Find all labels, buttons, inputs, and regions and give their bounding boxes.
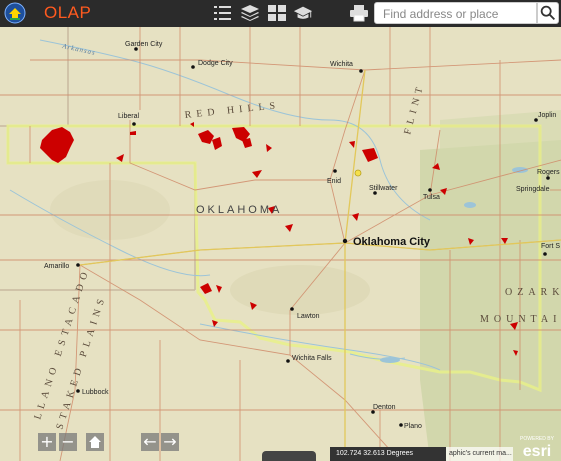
city-label: Garden City xyxy=(125,41,163,48)
city-label-major: Oklahoma City xyxy=(353,236,431,248)
education-icon[interactable] xyxy=(293,4,313,22)
legend-icon[interactable] xyxy=(213,4,233,22)
city-label: Wichita xyxy=(330,61,353,68)
city-label: Enid xyxy=(327,178,341,185)
forward-button[interactable]: → xyxy=(161,433,179,451)
state-label: OKLAHOMA xyxy=(196,204,282,216)
search-input[interactable]: Find address or place xyxy=(374,2,537,24)
city-label: Lubbock xyxy=(82,389,109,396)
layers-icon[interactable] xyxy=(240,4,260,22)
city-label: Joplin xyxy=(538,112,556,119)
basemap-icon[interactable] xyxy=(267,4,287,22)
coordinate-readout: 102.724 32.613 Degrees xyxy=(330,447,446,461)
attribution-text[interactable]: aphic's current ma... xyxy=(446,447,513,461)
print-icon[interactable] xyxy=(349,4,369,22)
app-header: OLAP Find address or place xyxy=(0,0,561,27)
city-label: Liberal xyxy=(118,113,139,120)
svg-text:esri: esri xyxy=(523,443,551,460)
esri-logo[interactable]: POWERED BY esri xyxy=(515,432,559,460)
zoom-out-button[interactable]: − xyxy=(59,433,77,451)
zoom-in-button[interactable]: + xyxy=(38,433,56,451)
city-label: Fort S xyxy=(541,243,560,250)
map-view[interactable]: Garden City Dodge City Wichita Liberal J… xyxy=(0,27,561,461)
city-label: Rogers xyxy=(537,169,560,176)
basemap: Garden City Dodge City Wichita Liberal J… xyxy=(0,27,561,461)
panel-handle[interactable] xyxy=(262,451,316,461)
city-label: Tulsa xyxy=(423,194,440,201)
city-label: Plano xyxy=(404,423,422,430)
terrain-label: MOUNTAINS xyxy=(480,314,561,325)
city-label: Stillwater xyxy=(369,185,398,192)
city-label: Denton xyxy=(373,404,396,411)
svg-text:POWERED BY: POWERED BY xyxy=(520,436,555,442)
search-icon[interactable] xyxy=(537,2,559,24)
city-label: Springdale xyxy=(516,186,550,193)
app-title: OLAP xyxy=(44,3,92,22)
terrain-label: OZARK xyxy=(505,287,561,298)
city-label: Amarillo xyxy=(44,263,69,270)
back-button[interactable]: ← xyxy=(141,433,159,451)
home-icon[interactable] xyxy=(86,433,104,451)
city-label: Lawton xyxy=(297,313,320,320)
olap-logo xyxy=(4,2,26,24)
city-label: Dodge City xyxy=(198,60,233,67)
city-label: Wichita Falls xyxy=(292,355,332,362)
